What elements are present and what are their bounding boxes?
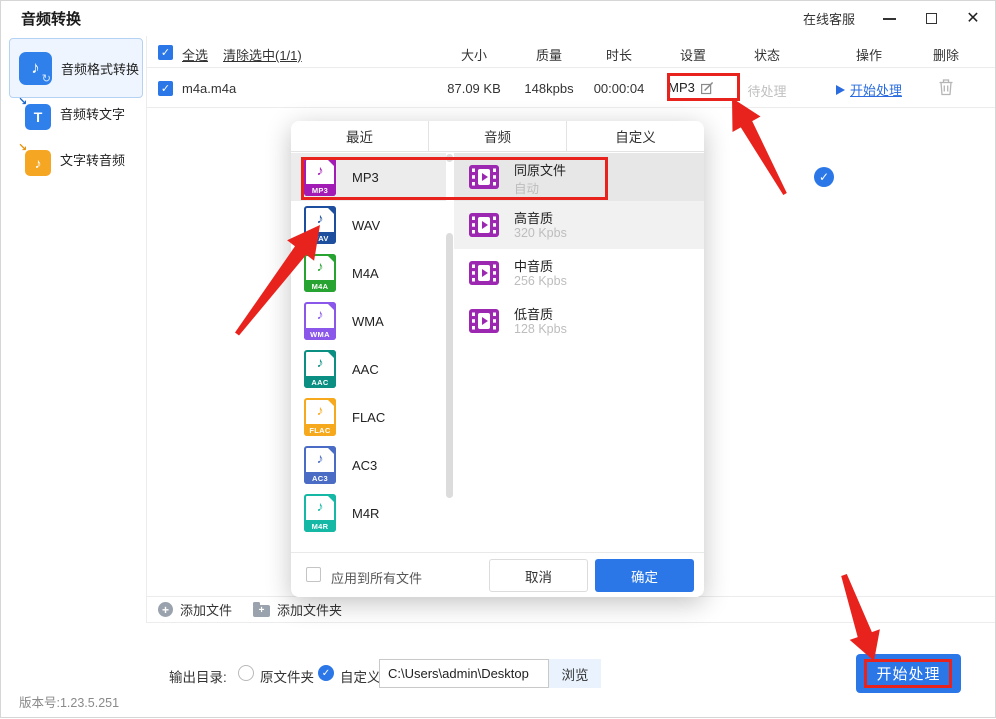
arrow-to-start-button bbox=[841, 574, 880, 661]
radio-original-folder[interactable] bbox=[238, 665, 254, 681]
dialog-footer: 应用到所有文件 取消 确定 bbox=[291, 552, 704, 597]
cancel-button[interactable]: 取消 bbox=[489, 559, 588, 592]
tab-custom[interactable]: 自定义 bbox=[566, 121, 704, 151]
column-header-operation: 操作 bbox=[856, 45, 882, 64]
radio-original-label[interactable]: 原文件夹 bbox=[260, 666, 314, 686]
column-header-quality: 质量 bbox=[536, 45, 562, 64]
add-file-button[interactable]: + 添加文件 bbox=[158, 600, 232, 619]
file-quality: 148kpbs bbox=[524, 81, 573, 96]
format-item-m4r[interactable]: ♪M4R M4R bbox=[291, 489, 446, 537]
format-item-flac[interactable]: ♪FLAC FLAC bbox=[291, 393, 446, 441]
film-icon bbox=[469, 261, 499, 285]
sidebar-item-label: 文字转音频 bbox=[60, 150, 125, 169]
sidebar-item-audio-format-convert[interactable]: ♪↻ 音频格式转换 bbox=[9, 38, 143, 98]
start-processing-button[interactable]: 开始处理 bbox=[856, 654, 961, 693]
format-item-aac[interactable]: ♪AAC AAC bbox=[291, 345, 446, 393]
quality-item-medium[interactable]: 中音质 256 Kpbs bbox=[454, 249, 704, 297]
row-divider bbox=[146, 107, 995, 108]
sidebar-divider bbox=[146, 36, 147, 622]
m4r-file-icon: ♪M4R bbox=[304, 494, 336, 532]
apply-all-label: 应用到所有文件 bbox=[331, 568, 422, 587]
maximize-icon bbox=[926, 13, 937, 24]
film-icon bbox=[469, 213, 499, 237]
wav-file-icon: ♪WAV bbox=[304, 206, 336, 244]
window-title: 音频转换 bbox=[21, 8, 81, 29]
play-icon bbox=[836, 85, 845, 95]
format-item-wav[interactable]: ♪WAV WAV bbox=[291, 201, 446, 249]
column-header-size: 大小 bbox=[461, 45, 487, 64]
select-all-checkbox[interactable]: ✓ bbox=[158, 45, 173, 60]
format-setting[interactable]: MP3 bbox=[668, 80, 714, 95]
clear-selected-link[interactable]: 清除选中(1/1) bbox=[223, 45, 302, 64]
plus-circle-icon: + bbox=[158, 602, 173, 617]
sidebar-item-label: 音频格式转换 bbox=[61, 59, 139, 78]
film-icon bbox=[469, 165, 499, 189]
selected-check-icon: ✓ bbox=[814, 167, 834, 187]
maximize-button[interactable] bbox=[923, 11, 939, 27]
text-to-audio-icon: ↘♪ bbox=[18, 143, 51, 176]
format-item-mp3[interactable]: ♪MP3 MP3 bbox=[291, 153, 446, 201]
wma-file-icon: ♪WMA bbox=[304, 302, 336, 340]
file-name: m4a.m4a bbox=[182, 81, 236, 96]
ac3-file-icon: ♪AC3 bbox=[304, 446, 336, 484]
apply-all-checkbox[interactable] bbox=[306, 567, 321, 582]
quality-item-high[interactable]: 高音质 320 Kpbs bbox=[454, 201, 704, 249]
format-item-ac3[interactable]: ♪AC3 AC3 bbox=[291, 441, 446, 489]
select-all-link[interactable]: 全选 bbox=[182, 45, 208, 64]
quality-item-low[interactable]: 低音质 128 Kpbs bbox=[454, 297, 704, 345]
column-header-duration: 时长 bbox=[606, 45, 632, 64]
sidebar-item-text-to-audio[interactable]: ↘♪ 文字转音频 bbox=[9, 137, 143, 181]
scrollbar-thumb[interactable] bbox=[446, 233, 453, 498]
radio-custom[interactable]: ✓ bbox=[318, 665, 334, 681]
column-header-status: 状态 bbox=[754, 45, 780, 64]
minimize-icon bbox=[883, 18, 896, 20]
output-dir-label: 输出目录: bbox=[169, 666, 227, 686]
add-folder-button[interactable]: + 添加文件夹 bbox=[253, 600, 342, 619]
ok-button[interactable]: 确定 bbox=[595, 559, 694, 592]
sidebar-item-label: 音频转文字 bbox=[60, 104, 125, 123]
aac-file-icon: ♪AAC bbox=[304, 350, 336, 388]
column-header-setting: 设置 bbox=[680, 45, 706, 64]
file-duration: 00:00:04 bbox=[594, 81, 645, 96]
quality-item-same-as-source[interactable]: 同原文件 自动 ✓ bbox=[454, 153, 704, 201]
flac-file-icon: ♪FLAC bbox=[304, 398, 336, 436]
titlebar: 音频转换 在线客服 ✕ bbox=[1, 1, 995, 36]
radio-custom-label[interactable]: 自定义 bbox=[340, 666, 381, 686]
m4a-file-icon: ♪M4A bbox=[304, 254, 336, 292]
output-path-input[interactable] bbox=[379, 659, 549, 688]
column-header-delete: 删除 bbox=[933, 45, 959, 64]
online-service-link[interactable]: 在线客服 bbox=[803, 9, 855, 28]
arrow-to-format-setting bbox=[732, 98, 787, 195]
trash-icon bbox=[938, 78, 954, 96]
minimize-button[interactable] bbox=[881, 11, 897, 27]
audio-to-text-icon: ↘T bbox=[18, 97, 51, 130]
scrollbar-nub[interactable] bbox=[446, 154, 453, 162]
delete-button[interactable] bbox=[938, 78, 954, 96]
tab-audio[interactable]: 音频 bbox=[428, 121, 566, 151]
format-select-dialog: 最近 音频 自定义 ♪MP3 MP3 ♪WAV WAV ♪M4A M4A ♪WM… bbox=[291, 121, 704, 597]
close-button[interactable]: ✕ bbox=[965, 11, 981, 27]
status-badge: 待处理 bbox=[747, 81, 786, 100]
format-item-wma[interactable]: ♪WMA WMA bbox=[291, 297, 446, 345]
dialog-tabbar: 最近 音频 自定义 bbox=[291, 121, 704, 152]
folder-plus-icon: + bbox=[253, 605, 270, 617]
browse-button[interactable]: 浏览 bbox=[549, 659, 601, 688]
edit-icon[interactable] bbox=[700, 81, 714, 95]
file-size: 87.09 KB bbox=[447, 81, 501, 96]
format-item-m4a[interactable]: ♪M4A M4A bbox=[291, 249, 446, 297]
audio-format-convert-icon: ♪↻ bbox=[19, 52, 52, 85]
format-value: MP3 bbox=[668, 80, 695, 95]
header-divider bbox=[146, 67, 995, 68]
row-checkbox[interactable]: ✓ bbox=[158, 81, 173, 96]
version-label: 版本号:1.23.5.251 bbox=[19, 692, 119, 711]
app-window: 音频转换 在线客服 ✕ ♪↻ 音频格式转换 ↘T 音频转文字 ↘♪ 文字转音频 … bbox=[0, 0, 996, 718]
row-start-processing-link[interactable]: 开始处理 bbox=[836, 80, 902, 99]
sidebar-item-audio-to-text[interactable]: ↘T 音频转文字 bbox=[9, 91, 143, 135]
addbar-divider-bottom bbox=[146, 622, 995, 623]
film-icon bbox=[469, 309, 499, 333]
tab-recent[interactable]: 最近 bbox=[291, 121, 428, 151]
close-icon: ✕ bbox=[966, 11, 979, 27]
mp3-file-icon: ♪MP3 bbox=[304, 158, 336, 196]
